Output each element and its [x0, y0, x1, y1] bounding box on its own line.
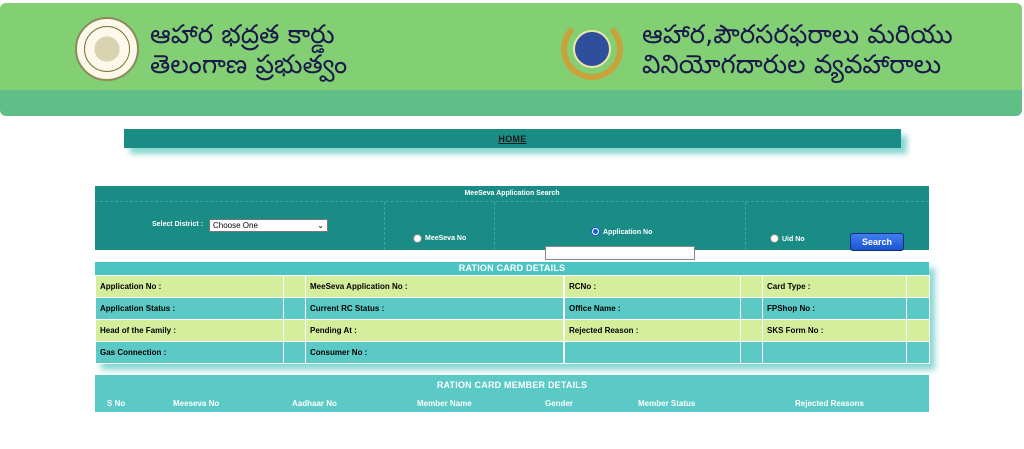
sks-form-no-value: [906, 319, 930, 342]
empty-cell: [564, 341, 741, 364]
search-panel-title: MeeSeva Application Search: [95, 186, 929, 202]
separator: [494, 202, 495, 250]
table-row: Gas Connection : Consumer No :: [95, 341, 930, 364]
rejected-reason-value: [740, 319, 763, 342]
member-details-title: RATION CARD MEMBER DETAILS: [436, 380, 588, 390]
rejected-reason-label: Rejected Reason :: [564, 319, 741, 342]
application-no-value: [283, 275, 306, 298]
separator: [384, 202, 385, 250]
column-rejected-reasons: Rejected Reasons: [795, 399, 864, 408]
meeseva-no-radio[interactable]: [413, 234, 422, 243]
card-type-label: Card Type :: [762, 275, 907, 298]
district-select[interactable]: Choose One ⌄: [209, 219, 328, 232]
chevron-down-icon: ⌄: [317, 221, 324, 230]
empty-cell: [762, 341, 907, 364]
column-s-no: S No: [107, 399, 126, 408]
column-meeseva-no: Meeseva No: [173, 399, 220, 408]
column-member-name: Member Name: [417, 399, 472, 408]
head-of-family-value: [283, 319, 306, 342]
member-details-columns: S No Meeseva No Aadhaar No Member Name G…: [95, 396, 929, 412]
table-row: Head of the Family : Pending At : Reject…: [95, 319, 930, 342]
table-row: Application No : MeeSeva Application No …: [95, 275, 930, 298]
column-gender: Gender: [545, 399, 574, 408]
fpshop-no-value: [906, 297, 930, 320]
card-type-value: [906, 275, 930, 298]
empty-cell: [740, 341, 763, 364]
meeseva-application-no-label: MeeSeva Application No :: [305, 275, 564, 298]
ration-card-details-title: RATION CARD DETAILS: [95, 262, 929, 275]
current-rc-status-label: Current RC Status :: [305, 297, 564, 320]
application-status-value: [283, 297, 306, 320]
head-of-family-label: Head of the Family :: [95, 319, 284, 342]
application-no-label: Application No :: [95, 275, 284, 298]
gas-connection-label: Gas Connection :: [95, 341, 284, 364]
home-link[interactable]: HOME: [498, 134, 526, 144]
right-title-line1: ఆహార,పౌరసరఫరాలు మరియు: [642, 20, 953, 50]
gas-connection-value: [283, 341, 306, 364]
table-row: Application Status : Current RC Status :…: [95, 297, 930, 320]
header-banner: ఆహార భద్రత కార్డు తెలంగాణ ప్రభుత్వం ఆహార…: [0, 3, 1022, 116]
consumer-no-label: Consumer No :: [305, 341, 564, 364]
office-name-value: [740, 297, 763, 320]
rc-no-value: [740, 275, 763, 298]
left-title-line1: ఆహార భద్రత కార్డు: [150, 20, 335, 50]
application-no-input[interactable]: [545, 246, 695, 260]
ration-card-details: RATION CARD DETAILS Application No : Mee…: [95, 262, 930, 364]
office-name-label: Office Name :: [564, 297, 741, 320]
uid-no-radio[interactable]: [770, 234, 779, 243]
application-no-radio[interactable]: [591, 227, 600, 236]
government-emblem-icon: [75, 17, 139, 81]
empty-cell: [906, 341, 930, 364]
column-aadhaar-no: Aadhaar No: [292, 399, 337, 408]
member-details: RATION CARD MEMBER DETAILS S No Meeseva …: [95, 375, 929, 412]
column-member-status: Member Status: [638, 399, 696, 408]
sks-form-no-label: SKS Form No :: [762, 319, 907, 342]
application-no-label: Application No: [603, 229, 653, 236]
district-label: Select District :: [152, 221, 203, 228]
application-status-label: Application Status :: [95, 297, 284, 320]
rc-no-label: RCNo :: [564, 275, 741, 298]
separator: [745, 202, 746, 250]
right-title-line2: వినియోగదారుల వ్యవహారాలు: [642, 50, 942, 80]
right-title: ఆహార,పౌరసరఫరాలు మరియు వినియోగదారుల వ్యవహ…: [642, 20, 953, 80]
meeseva-search-panel: MeeSeva Application Search Select Distri…: [95, 186, 929, 260]
uid-no-label: Uid No: [782, 236, 805, 243]
district-select-value: Choose One: [213, 221, 258, 230]
search-row: Select District : Choose One ⌄ MeeSeva N…: [95, 202, 929, 260]
left-title-line2: తెలంగాణ ప్రభుత్వం: [150, 50, 348, 80]
ration-card-details-table: Application No : MeeSeva Application No …: [95, 275, 930, 364]
pending-at-label: Pending At :: [305, 319, 564, 342]
nav-bar: HOME: [124, 129, 901, 148]
fpshop-no-label: FPShop No :: [762, 297, 907, 320]
tscsc-logo-icon: [557, 18, 627, 80]
left-title: ఆహార భద్రత కార్డు తెలంగాణ ప్రభుత్వం: [150, 20, 347, 80]
meeseva-no-label: MeeSeva No: [425, 235, 467, 242]
search-button[interactable]: Search: [850, 233, 904, 251]
